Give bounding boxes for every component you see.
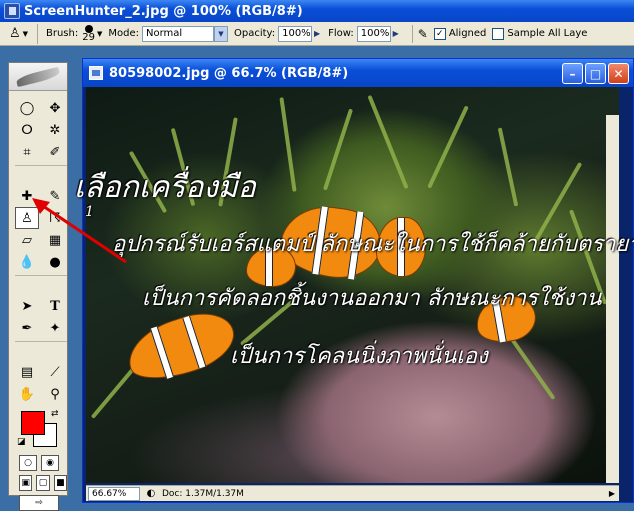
sample-all-layers-label: Sample All Laye (507, 28, 588, 39)
swap-colors-icon[interactable]: ⇄ (51, 409, 59, 419)
tools-divider (15, 341, 67, 345)
toolbox-header[interactable] (9, 63, 67, 91)
sample-all-layers-option[interactable]: Sample All Laye (492, 27, 588, 40)
document-icon (89, 66, 103, 80)
zoom-input[interactable]: 66.67% (88, 486, 140, 501)
marquee-tool-icon[interactable]: ◯ (15, 97, 39, 119)
chevron-down-icon[interactable]: ▼ (213, 25, 228, 42)
anemone-tentacle (367, 94, 409, 190)
opacity-option: Opacity: 100% ▶ (233, 25, 322, 42)
crop-tool-icon[interactable]: ⌗ (15, 141, 39, 163)
anemone-tentacle (497, 127, 519, 207)
toolbox-panel: ◯ ✥ ⵔ ✲ ⌗ ✐ ✚ ✎ ♙ ☈ ▱ ▦ 💧 ● ➤ T ✒ ✦ ▤ ⟋ … (8, 62, 68, 511)
standard-screen-icon[interactable]: ▣ (19, 475, 33, 491)
document-size-info: Doc: 1.37M/1.37M (162, 488, 244, 499)
window-controls: – □ ✕ (562, 63, 629, 84)
path-selection-tool-icon[interactable]: ➤ (15, 295, 39, 317)
lasso-tool-icon[interactable]: ⵔ (15, 119, 39, 141)
opacity-input[interactable]: 100% (278, 25, 313, 42)
annotation-line-3: เป็นการโคลนนิ่งภาพนั่นเอง (230, 344, 488, 369)
options-bar: ♙ ▼ Brush: 29 ▼ Mode: Normal ▼ Opacity: … (0, 22, 634, 46)
magic-wand-tool-icon[interactable]: ✲ (43, 119, 67, 141)
sample-all-layers-checkbox[interactable] (492, 27, 505, 40)
full-screen-icon[interactable]: ■ (53, 475, 67, 491)
annotation-step-number: 1 (85, 204, 94, 220)
flow-label: Flow: (328, 28, 354, 39)
eyedropper-tool-icon[interactable]: ⟋ (43, 361, 67, 383)
opacity-slider-arrow-icon[interactable]: ▶ (312, 26, 322, 42)
tools-divider (15, 275, 67, 279)
quick-mask-row: ○ ◉ (9, 455, 67, 471)
mode-label: Mode: (108, 28, 139, 39)
app-title: ScreenHunter_2.jpg @ 100% (RGB/8#) (24, 3, 303, 19)
anemone-tentacle (427, 105, 469, 189)
flow-input[interactable]: 100% (356, 25, 391, 42)
app-title-bar: ScreenHunter_2.jpg @ 100% (RGB/8#) (0, 0, 634, 22)
brush-size-value: 29 (82, 32, 95, 43)
brush-option[interactable]: Brush: 29 ▼ (46, 25, 102, 43)
jump-to-row: ⇨ (9, 495, 67, 511)
anemone-tentacle (322, 108, 354, 191)
chevron-down-icon: ▼ (22, 29, 29, 38)
hand-tool-icon[interactable]: ✋ (15, 383, 39, 405)
brush-label: Brush: (46, 28, 79, 39)
fish-stripe (182, 315, 207, 369)
minimize-icon[interactable]: – (562, 63, 583, 84)
aligned-label: Aligned (448, 28, 487, 39)
move-tool-icon[interactable]: ✥ (43, 97, 67, 119)
jump-to-imageready-icon[interactable]: ⇨ (19, 495, 59, 511)
clone-stamp-icon: ♙ (8, 26, 21, 41)
standard-mode-icon[interactable]: ○ (19, 455, 37, 471)
flow-slider-arrow-icon[interactable]: ▶ (391, 26, 401, 42)
mode-select[interactable]: Normal (141, 25, 214, 42)
aligned-option[interactable]: ✓ Aligned (433, 27, 487, 40)
status-menu-arrow-icon[interactable]: ▶ (605, 487, 619, 501)
full-screen-menu-icon[interactable]: ▢ (36, 475, 50, 491)
type-tool-icon[interactable]: T (43, 295, 67, 317)
quick-mask-mode-icon[interactable]: ◉ (41, 455, 59, 471)
foreground-color-swatch[interactable] (21, 411, 45, 435)
annotation-line-2: เป็นการคัดลอกชิ้นงานออกมา ลักษณะการใช้งา… (142, 286, 602, 311)
close-icon[interactable]: ✕ (608, 63, 629, 84)
slice-tool-icon[interactable]: ✐ (43, 141, 67, 163)
brush-size-preview[interactable]: 29 (82, 25, 95, 43)
pen-tool-icon[interactable]: ✒ (15, 317, 39, 339)
shape-tool-icon[interactable]: ✦ (43, 317, 67, 339)
status-bar: 66.67% ◐ Doc: 1.37M/1.37M ▶ (86, 485, 619, 501)
vertical-scrollbar[interactable] (606, 115, 619, 483)
feather-logo-icon (15, 66, 61, 87)
color-swatches: ⇄ ◪ (15, 409, 67, 451)
zoom-tool-icon[interactable]: ⚲ (43, 383, 67, 405)
tool-preset-picker[interactable]: ♙ ▼ (0, 23, 38, 44)
opacity-label: Opacity: (233, 28, 276, 39)
chevron-down-icon[interactable]: ▼ (97, 30, 102, 38)
airbrush-icon[interactable]: ✎ (418, 27, 428, 41)
default-colors-icon[interactable]: ◪ (17, 437, 26, 447)
maximize-icon[interactable]: □ (585, 63, 606, 84)
annotation-line-1: อุปกรณ์รับเอร์สแตมป์ ลักษณะในการใช้ก็คล้… (112, 232, 634, 257)
fish-stripe (149, 326, 174, 380)
screen-mode-row: ▣ ▢ ■ (9, 475, 67, 491)
clownfish-image (120, 303, 242, 390)
status-options-icon[interactable]: ◐ (144, 487, 158, 501)
document-title-bar[interactable]: 80598002.jpg @ 66.7% (RGB/8#) – □ ✕ (83, 59, 633, 87)
aligned-checkbox[interactable]: ✓ (433, 27, 446, 40)
options-divider (411, 24, 413, 43)
document-title: 80598002.jpg @ 66.7% (RGB/8#) (109, 65, 349, 81)
mode-option: Mode: Normal ▼ (108, 25, 228, 42)
flow-option: Flow: 100% ▶ (328, 25, 401, 42)
anemone-tentacle (279, 97, 297, 192)
photoshop-logo-icon (4, 3, 20, 19)
tools-divider (15, 165, 67, 169)
notes-tool-icon[interactable]: ▤ (15, 361, 39, 383)
annotation-heading: เลือกเครื่องมือ (74, 170, 256, 205)
